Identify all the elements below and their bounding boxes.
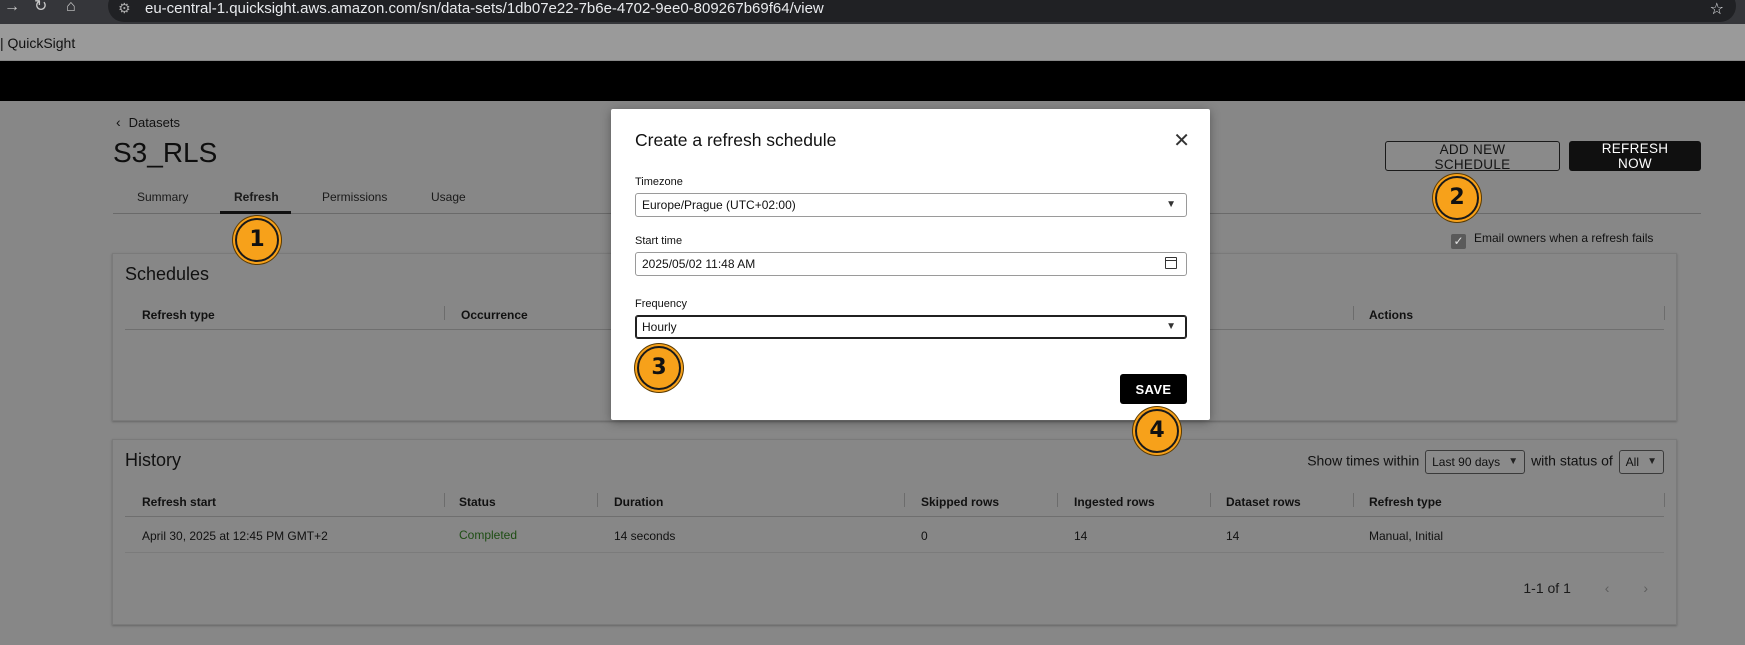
frequency-value: Hourly: [642, 320, 677, 334]
save-button[interactable]: SAVE: [1120, 374, 1187, 404]
tab-usage[interactable]: Usage: [431, 190, 466, 204]
timezone-label: Timezone: [635, 176, 683, 188]
breadcrumb[interactable]: ‹ Datasets: [116, 114, 180, 130]
refresh-schedule-dialog: Create a refresh schedule ✕ Timezone Eur…: [611, 109, 1210, 420]
pagination-count: 1-1 of 1: [1523, 580, 1571, 596]
column-divider[interactable]: [1664, 306, 1665, 320]
history-title: History: [125, 450, 182, 470]
email-owners-label: Email owners when a refresh fails: [1474, 231, 1654, 245]
column-divider[interactable]: [1664, 493, 1665, 507]
column-divider[interactable]: [597, 493, 598, 507]
frequency-select[interactable]: Hourly ▼: [635, 315, 1187, 339]
step-marker-3: 3: [637, 346, 681, 390]
table-row: April 30, 2025 at 12:45 PM GMT+2 Complet…: [125, 517, 1664, 553]
add-new-schedule-button[interactable]: ADD NEW SCHEDULE: [1385, 141, 1560, 172]
history-panel: History Show times within Last 90 days ▼ …: [112, 439, 1677, 625]
calendar-icon[interactable]: [1165, 257, 1177, 269]
col-refresh-type[interactable]: Refresh type: [1369, 495, 1442, 509]
dialog-title: Create a refresh schedule: [635, 130, 837, 150]
timezone-select[interactable]: Europe/Prague (UTC+02:00) ▼: [635, 193, 1187, 217]
forward-icon[interactable]: →: [4, 0, 20, 15]
email-owners-option[interactable]: ✓ Email owners when a refresh fails: [1451, 231, 1653, 249]
start-time-input[interactable]: 2025/05/02 11:48 AM: [635, 252, 1187, 276]
cell-refresh-start: April 30, 2025 at 12:45 PM GMT+2: [142, 529, 328, 543]
column-divider[interactable]: [444, 493, 445, 507]
site-info-icon[interactable]: ⚙: [118, 0, 131, 17]
column-divider[interactable]: [444, 306, 445, 320]
frequency-label: Frequency: [635, 298, 687, 310]
timezone-value: Europe/Prague (UTC+02:00): [642, 198, 796, 212]
col-refresh-start[interactable]: Refresh start: [142, 495, 216, 509]
browser-toolbar: → ↻ ⌂ ⚙ eu-central-1.quicksight.aws.amaz…: [0, 0, 1745, 24]
cell-status: Completed: [459, 528, 518, 542]
chevron-left-icon: ‹: [116, 114, 121, 130]
step-marker-1: 1: [235, 218, 279, 262]
col-skipped-rows[interactable]: Skipped rows: [921, 495, 999, 509]
col-occurrence[interactable]: Occurrence: [461, 308, 528, 322]
show-times-label: Show times within: [1307, 452, 1420, 469]
status-filter-label: with status of: [1531, 452, 1613, 469]
reload-icon[interactable]: ↻: [34, 0, 47, 15]
col-duration[interactable]: Duration: [614, 495, 663, 509]
caret-down-icon: ▼: [1647, 456, 1657, 467]
col-refresh-type[interactable]: Refresh type: [142, 308, 215, 322]
cell-dataset-rows: 14: [1226, 529, 1240, 543]
col-actions[interactable]: Actions: [1369, 308, 1413, 322]
tab-permissions[interactable]: Permissions: [322, 190, 387, 204]
close-icon[interactable]: ✕: [1173, 128, 1190, 153]
column-divider[interactable]: [1057, 493, 1058, 507]
cell-duration: 14 seconds: [614, 529, 676, 543]
column-divider[interactable]: [1210, 493, 1211, 507]
refresh-now-button[interactable]: REFRESH NOW: [1569, 141, 1701, 171]
caret-down-icon: ▼: [1166, 199, 1176, 210]
status-filter-value: All: [1625, 455, 1639, 469]
breadcrumb-datasets[interactable]: Datasets: [129, 115, 180, 130]
column-divider[interactable]: [904, 493, 905, 507]
column-divider[interactable]: [1353, 493, 1354, 507]
col-ingested-rows[interactable]: Ingested rows: [1074, 495, 1155, 509]
schedules-title: Schedules: [125, 264, 210, 284]
tab-summary[interactable]: Summary: [137, 190, 188, 204]
page-title: S3_RLS: [113, 137, 218, 168]
col-dataset-rows[interactable]: Dataset rows: [1226, 495, 1301, 509]
chevron-right-icon[interactable]: ›: [1643, 580, 1648, 596]
history-filters: Show times within Last 90 days ▼ with sta…: [1307, 450, 1666, 474]
home-icon[interactable]: ⌂: [66, 0, 76, 15]
start-time-label: Start time: [635, 235, 683, 247]
tab-refresh[interactable]: Refresh: [234, 190, 279, 204]
history-table-header: Refresh start Status Duration Skipped ro…: [125, 485, 1665, 517]
cell-refresh-type: Manual, Initial: [1369, 529, 1444, 543]
email-owners-checkbox[interactable]: ✓: [1451, 234, 1466, 249]
caret-down-icon: ▼: [1508, 456, 1519, 467]
chevron-left-icon[interactable]: ‹: [1605, 580, 1610, 596]
bookmark-star-icon[interactable]: ☆: [1710, 0, 1724, 19]
time-range-select[interactable]: Last 90 days ▼: [1425, 450, 1526, 474]
active-tab-indicator: [220, 211, 291, 214]
step-marker-2: 2: [1435, 176, 1479, 220]
start-time-value: 2025/05/02 11:48 AM: [642, 257, 756, 271]
time-range-value: Last 90 days: [1432, 455, 1501, 469]
address-bar[interactable]: ⚙ eu-central-1.quicksight.aws.amazon.com…: [108, 0, 1736, 22]
bookmark-quicksight[interactable]: | QuickSight: [0, 35, 75, 51]
app-top-nav: [0, 61, 1745, 101]
step-marker-4: 4: [1135, 409, 1179, 453]
column-divider[interactable]: [1353, 306, 1354, 320]
bookmarks-bar: | QuickSight: [0, 24, 1745, 61]
url-text[interactable]: eu-central-1.quicksight.aws.amazon.com/s…: [145, 0, 824, 17]
cell-skipped-rows: 0: [921, 529, 928, 543]
status-select[interactable]: All ▼: [1618, 450, 1664, 474]
caret-down-icon: ▼: [1166, 321, 1176, 332]
cell-ingested-rows: 14: [1074, 529, 1088, 543]
pagination: 1-1 of 1 ‹ ›: [1523, 580, 1648, 596]
col-status[interactable]: Status: [459, 495, 496, 509]
